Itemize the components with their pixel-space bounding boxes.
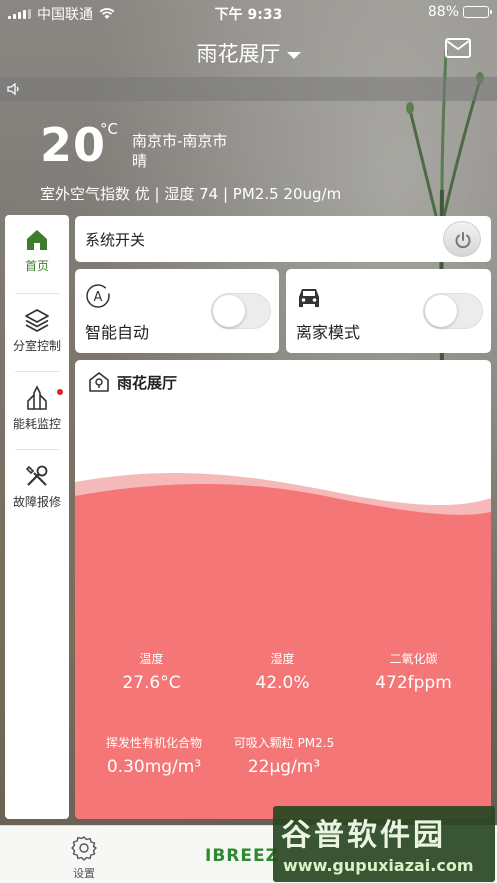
watermark-title: 谷普软件园 <box>281 818 446 853</box>
app-header: 雨花展厅 <box>0 30 497 74</box>
weather-condition: 晴 <box>132 152 148 170</box>
metric-value: 27.6°C <box>122 673 181 693</box>
metric-label: 湿度 <box>270 652 295 666</box>
metric-temperature: 温度 27.6°C <box>99 650 204 693</box>
metric-pm25: 可吸入颗粒 PM2.5 22μg/m³ <box>221 734 347 777</box>
metric-humidity: 湿度 42.0% <box>230 650 335 693</box>
metric-voc: 挥发性有机化合物 0.30mg/m³ <box>89 734 219 777</box>
sidebar-item-rooms[interactable]: 分室控制 <box>5 295 69 369</box>
toggle-knob <box>213 295 245 327</box>
tools-icon <box>25 465 48 486</box>
watermark-url: www.gupuxiazai.com <box>283 856 474 875</box>
chevron-down-icon <box>286 51 301 59</box>
energy-icon <box>27 385 47 410</box>
smart-auto-card: A 智能自动 <box>75 269 279 353</box>
room-name: 雨花展厅 <box>117 373 178 392</box>
metric-label: 挥发性有机化合物 <box>105 736 202 750</box>
location-selector[interactable]: 雨花展厅 <box>0 38 497 68</box>
system-switch-label: 系统开关 <box>85 231 146 249</box>
sidebar-item-label: 首页 <box>24 259 49 273</box>
sidebar-item-repair[interactable]: 故障报修 <box>5 451 69 525</box>
sidebar-item-energy[interactable]: 能耗监控 <box>5 373 69 447</box>
away-mode-card: 离家模式 <box>286 269 491 353</box>
room-status-card: 雨花展厅 温度 27.6°C 湿度 42.0% 二氧化碳 472fppm 挥发性… <box>75 360 491 819</box>
settings-button[interactable]: 设置 <box>66 834 102 881</box>
divider <box>15 371 59 372</box>
sidebar-item-label: 分室控制 <box>12 339 61 353</box>
mail-icon[interactable] <box>445 38 471 58</box>
battery-percent: 88% <box>427 4 459 20</box>
divider <box>15 449 59 450</box>
mode-label: 智能自动 <box>85 323 150 342</box>
settings-label: 设置 <box>73 867 95 880</box>
notification-badge <box>57 389 63 395</box>
battery-icon <box>463 6 492 18</box>
away-mode-toggle[interactable] <box>423 293 483 329</box>
temperature-unit: °C <box>100 120 118 138</box>
status-bar: 中国联通 下午 9:33 88% <box>0 0 497 26</box>
notice-bar[interactable] <box>0 77 497 101</box>
location-home-icon <box>89 372 109 392</box>
sidebar: 首页 分室控制 能耗监控 故障报修 <box>5 215 69 819</box>
layers-icon <box>25 309 49 332</box>
smart-auto-toggle[interactable] <box>211 293 271 329</box>
status-time: 下午 9:33 <box>214 7 283 23</box>
toggle-knob <box>425 295 457 327</box>
sidebar-item-home[interactable]: 首页 <box>5 215 69 289</box>
home-icon <box>27 230 47 250</box>
metric-label: 二氧化碳 <box>389 652 438 666</box>
mode-label: 离家模式 <box>296 323 361 342</box>
watermark: 谷普软件园 www.gupuxiazai.com <box>273 806 495 882</box>
air-quality-summary: 室外空气指数 优 | 湿度 74 | PM2.5 20ug/m <box>40 185 342 203</box>
power-icon <box>455 232 471 249</box>
sidebar-item-label: 能耗监控 <box>12 417 61 431</box>
svg-text:A: A <box>94 290 103 305</box>
car-icon <box>299 289 319 307</box>
page-title: 雨花展厅 <box>196 42 281 66</box>
divider <box>15 293 59 294</box>
metric-value: 0.30mg/m³ <box>106 757 202 777</box>
metric-value: 42.0% <box>255 673 310 693</box>
metric-label: 可吸入颗粒 PM2.5 <box>233 736 335 750</box>
city-label: 南京市-南京市 <box>132 132 228 150</box>
gear-icon <box>71 836 97 861</box>
temperature-value: 20 <box>40 118 107 172</box>
metric-value: 22μg/m³ <box>247 757 321 777</box>
system-switch-card: 系统开关 <box>75 216 491 262</box>
brand-logo: IBREEZ <box>205 846 279 866</box>
metric-co2: 二氧化碳 472fppm <box>361 650 466 693</box>
speaker-icon <box>7 82 19 96</box>
sidebar-item-label: 故障报修 <box>12 495 61 509</box>
auto-icon: A <box>86 284 110 308</box>
metric-value: 472fppm <box>375 673 452 693</box>
metric-label: 温度 <box>139 652 164 666</box>
power-button[interactable] <box>443 221 481 257</box>
